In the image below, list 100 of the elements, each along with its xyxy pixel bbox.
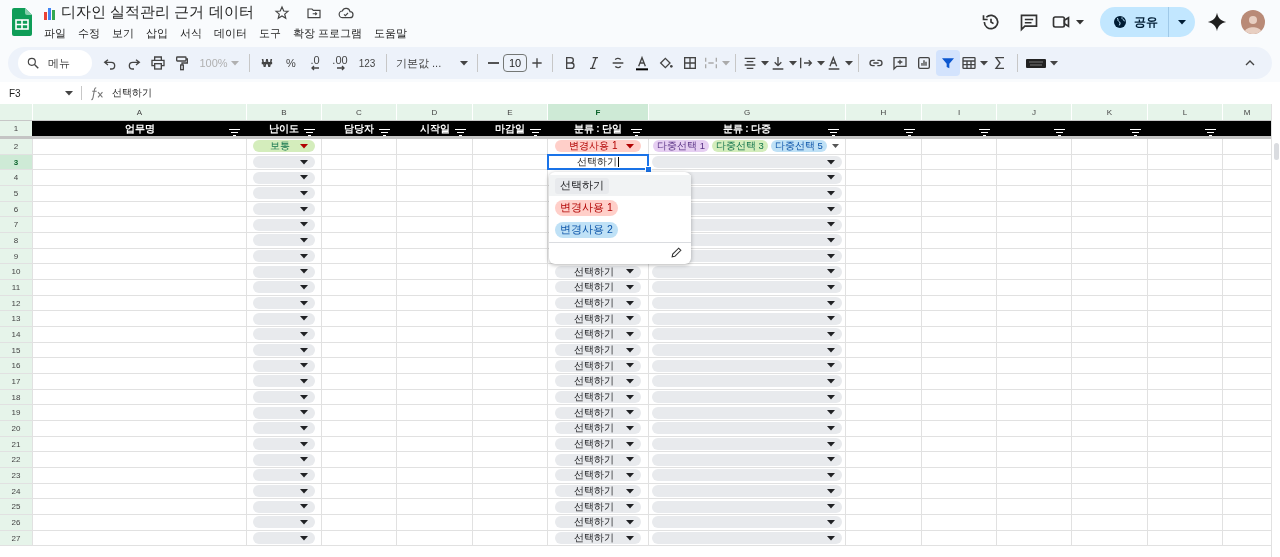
decrease-decimal-button[interactable]: .0 <box>303 50 327 76</box>
dropdown-chip[interactable] <box>253 218 315 231</box>
column-header[interactable]: D <box>397 104 472 120</box>
filter-button[interactable] <box>1130 127 1141 138</box>
dropdown-chip[interactable]: 선택하기 <box>555 375 641 388</box>
menu-item[interactable]: 서식 <box>180 24 208 42</box>
search-field[interactable]: 메뉴 <box>18 50 92 76</box>
row-header[interactable]: 14 <box>0 327 32 342</box>
dropdown-chip[interactable] <box>253 203 315 215</box>
menu-item[interactable]: 데이터 <box>214 24 253 42</box>
dropdown-chip[interactable] <box>253 406 315 419</box>
dropdown-chip[interactable] <box>253 171 315 184</box>
filter-button[interactable] <box>530 127 541 138</box>
column-header[interactable]: G <box>649 104 845 120</box>
percent-button[interactable]: % <box>279 50 303 76</box>
filter-button[interactable] <box>229 127 240 138</box>
column-header[interactable]: I <box>922 104 996 120</box>
dropdown-chip[interactable]: 선택하기 <box>555 312 641 325</box>
font-select[interactable]: 기본값 ... <box>392 50 472 76</box>
column-header[interactable]: E <box>473 104 547 120</box>
filter-button[interactable] <box>455 127 466 138</box>
dropdown-chip[interactable] <box>253 422 315 435</box>
dropdown-chip[interactable]: 선택하기 <box>555 344 641 357</box>
row-header[interactable]: 1 <box>0 121 32 136</box>
name-box[interactable]: F3 <box>0 86 82 100</box>
dropdown-chip[interactable]: 선택하기 <box>555 469 641 482</box>
dropdown-chip[interactable] <box>253 328 315 341</box>
filter-button[interactable] <box>904 127 915 138</box>
row-header[interactable]: 11 <box>0 280 32 295</box>
menu-item[interactable]: 삽입 <box>146 24 174 42</box>
row-header[interactable]: 10 <box>0 264 32 280</box>
filter-button[interactable] <box>828 127 839 138</box>
dropdown-chip[interactable]: 변경사용 1 <box>555 140 641 153</box>
row-header[interactable]: 25 <box>0 499 32 515</box>
dropdown-chip[interactable] <box>253 297 315 310</box>
column-header[interactable]: A <box>33 104 246 120</box>
row-header[interactable]: 17 <box>0 374 32 389</box>
dropdown-chip[interactable]: 선택하기 <box>555 265 641 278</box>
dropdown-chip[interactable] <box>253 375 315 388</box>
filter-button[interactable] <box>979 127 990 138</box>
menu-item[interactable]: 도구 <box>259 24 287 42</box>
dropdown-chip[interactable] <box>253 453 315 466</box>
row-header[interactable]: 5 <box>0 186 32 201</box>
formula-field[interactable]: 선택하기 <box>112 86 152 100</box>
menu-item[interactable]: 보기 <box>112 24 140 42</box>
dropdown-chip[interactable] <box>253 344 315 357</box>
filter-button[interactable] <box>631 127 642 138</box>
dropdown-chip[interactable]: 선택하기 <box>555 359 641 372</box>
column-header[interactable]: L <box>1148 104 1222 120</box>
increase-decimal-button[interactable]: .00 <box>327 50 353 76</box>
dropdown-option[interactable]: 선택하기 <box>549 175 691 196</box>
menu-item[interactable]: 파일 <box>44 24 72 42</box>
dropdown-chip[interactable]: 선택하기 <box>555 391 641 404</box>
row-header[interactable]: 22 <box>0 452 32 468</box>
dropdown-chip[interactable] <box>253 500 315 513</box>
dropdown-chip[interactable] <box>253 281 315 294</box>
share-button[interactable]: 공유 <box>1100 7 1195 37</box>
dropdown-chip[interactable] <box>253 234 315 247</box>
row-header[interactable]: 2 <box>0 139 32 154</box>
dropdown-chip[interactable]: 선택하기 <box>555 281 641 294</box>
row-header[interactable]: 23 <box>0 468 32 483</box>
row-header[interactable]: 7 <box>0 217 32 233</box>
document-title[interactable]: 디자인 실적관리 근거 데이터 <box>61 3 254 22</box>
menu-item[interactable]: 확장 프로그램 <box>293 24 369 42</box>
row-header[interactable]: 26 <box>0 515 32 530</box>
menu-item[interactable]: 도움말 <box>374 24 414 42</box>
dropdown-chip[interactable] <box>253 516 315 529</box>
dropdown-chip[interactable] <box>253 438 315 451</box>
filter-button[interactable] <box>379 127 390 138</box>
dropdown-chip[interactable]: 보통 <box>253 140 315 153</box>
row-header[interactable]: 19 <box>0 405 32 421</box>
font-size-field[interactable]: 10 <box>503 54 527 72</box>
column-header[interactable]: F <box>548 104 648 120</box>
scrollbar[interactable] <box>1271 104 1280 557</box>
dropdown-chip[interactable] <box>253 359 315 372</box>
dropdown-chip[interactable] <box>253 391 315 404</box>
row-header[interactable]: 8 <box>0 233 32 248</box>
column-header[interactable]: H <box>846 104 921 120</box>
dropdown-chip[interactable]: 선택하기 <box>555 500 641 513</box>
column-header[interactable]: K <box>1072 104 1147 120</box>
filter-button[interactable] <box>304 127 315 138</box>
dropdown-chip[interactable]: 선택하기 <box>555 406 641 419</box>
dropdown-chip[interactable] <box>253 187 315 200</box>
row-header[interactable]: 20 <box>0 421 32 436</box>
dropdown-chip[interactable] <box>253 485 315 498</box>
dropdown-chip[interactable] <box>253 312 315 325</box>
column-header[interactable]: J <box>997 104 1071 120</box>
dropdown-chip[interactable]: 선택하기 <box>555 422 641 435</box>
filter-button[interactable] <box>1054 127 1065 138</box>
dropdown-option[interactable]: 변경사용 1 <box>549 197 691 218</box>
currency-button[interactable]: ₩ <box>255 50 279 76</box>
dropdown-chip[interactable]: 선택하기 <box>555 485 641 498</box>
menu-item[interactable]: 수정 <box>78 24 106 42</box>
dropdown-chip[interactable] <box>253 250 315 263</box>
dropdown-chip[interactable]: 선택하기 <box>555 516 641 529</box>
row-header[interactable]: 13 <box>0 311 32 327</box>
row-header[interactable]: 16 <box>0 358 32 374</box>
dropdown-chip[interactable]: 선택하기 <box>555 328 641 341</box>
dropdown-chip[interactable]: 선택하기 <box>555 453 641 466</box>
column-header[interactable]: B <box>247 104 321 120</box>
